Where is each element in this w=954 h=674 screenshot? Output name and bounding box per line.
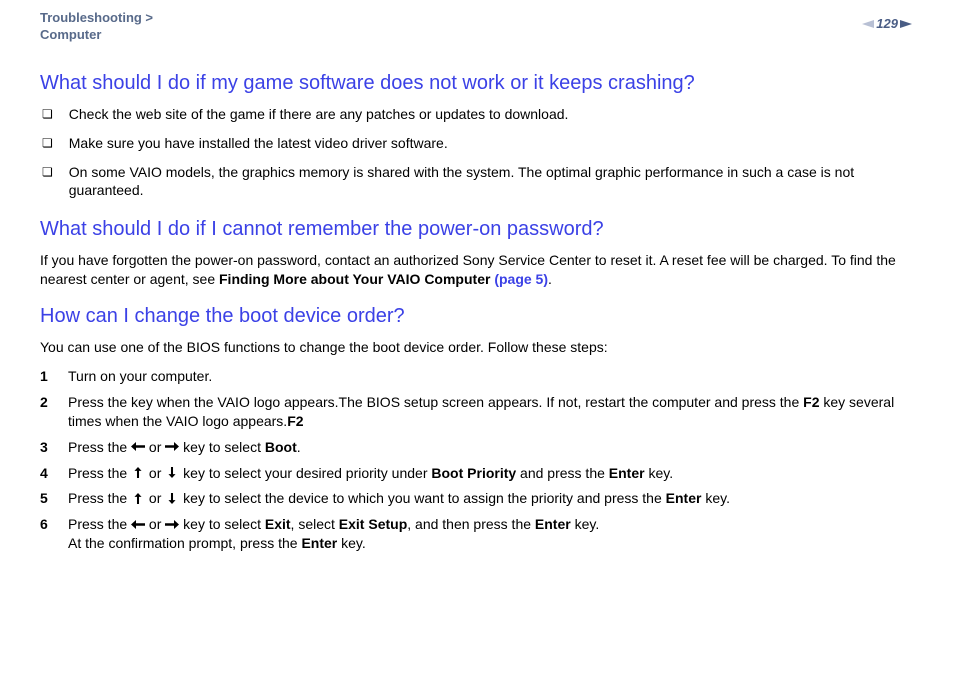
step-number: 3	[40, 438, 68, 457]
page-number: 129	[876, 16, 898, 31]
step-item: 5Press the or key to select the device t…	[40, 489, 914, 508]
step-text: Press the or key to select Boot.	[68, 438, 914, 457]
bullet-text: Make sure you have installed the latest …	[69, 134, 448, 153]
section-title-password: What should I do if I cannot remember th…	[40, 218, 914, 241]
step-text: Turn on your computer.	[68, 367, 914, 386]
arrow-left-icon	[131, 519, 145, 530]
step-number: 4	[40, 464, 68, 483]
list-item: Check the web site of the game if there …	[40, 105, 914, 124]
step-number: 5	[40, 489, 68, 508]
step-item: 6Press the or key to select Exit, select…	[40, 515, 914, 553]
arrow-down-icon	[165, 467, 179, 478]
step-text: Press the key when the VAIO logo appears…	[68, 393, 914, 431]
step-item: 2Press the key when the VAIO logo appear…	[40, 393, 914, 431]
password-para: If you have forgotten the power-on passw…	[40, 251, 914, 289]
section-title-boot-order: How can I change the boot device order?	[40, 305, 914, 328]
arrow-right-icon	[165, 441, 179, 452]
nav-prev-icon[interactable]	[860, 18, 874, 30]
step-item: 4Press the or key to select your desired…	[40, 464, 914, 483]
step-number: 1	[40, 367, 68, 386]
arrow-up-icon	[131, 493, 145, 504]
boot-steps: 1Turn on your computer.2Press the key wh…	[40, 367, 914, 553]
step-item: 1Turn on your computer.	[40, 367, 914, 386]
breadcrumb-line1: Troubleshooting >	[40, 10, 153, 25]
step-number: 6	[40, 515, 68, 534]
para-text: .	[548, 271, 552, 287]
list-item: Make sure you have installed the latest …	[40, 134, 914, 153]
arrow-up-icon	[131, 467, 145, 478]
breadcrumb-line2: Computer	[40, 27, 101, 42]
page-link[interactable]: (page 5)	[494, 271, 548, 287]
arrow-right-icon	[165, 519, 179, 530]
page-navigation: 129	[860, 16, 914, 31]
bullet-text: Check the web site of the game if there …	[69, 105, 569, 124]
nav-next-icon[interactable]	[900, 18, 914, 30]
arrow-left-icon	[131, 441, 145, 452]
step-number: 2	[40, 393, 68, 412]
arrow-down-icon	[165, 493, 179, 504]
step-text: Press the or key to select the device to…	[68, 489, 914, 508]
step-item: 3Press the or key to select Boot.	[40, 438, 914, 457]
page-header: Troubleshooting > Computer 129	[40, 10, 914, 44]
list-item: On some VAIO models, the graphics memory…	[40, 163, 914, 201]
para-bold: Finding More about Your VAIO Computer	[219, 271, 494, 287]
section-title-game-crash: What should I do if my game software doe…	[40, 72, 914, 95]
step-text: Press the or key to select Exit, select …	[68, 515, 914, 553]
boot-intro: You can use one of the BIOS functions to…	[40, 338, 914, 357]
bullet-text: On some VAIO models, the graphics memory…	[69, 163, 914, 201]
breadcrumb: Troubleshooting > Computer	[40, 10, 153, 44]
game-crash-bullets: Check the web site of the game if there …	[40, 105, 914, 201]
step-text: Press the or key to select your desired …	[68, 464, 914, 483]
